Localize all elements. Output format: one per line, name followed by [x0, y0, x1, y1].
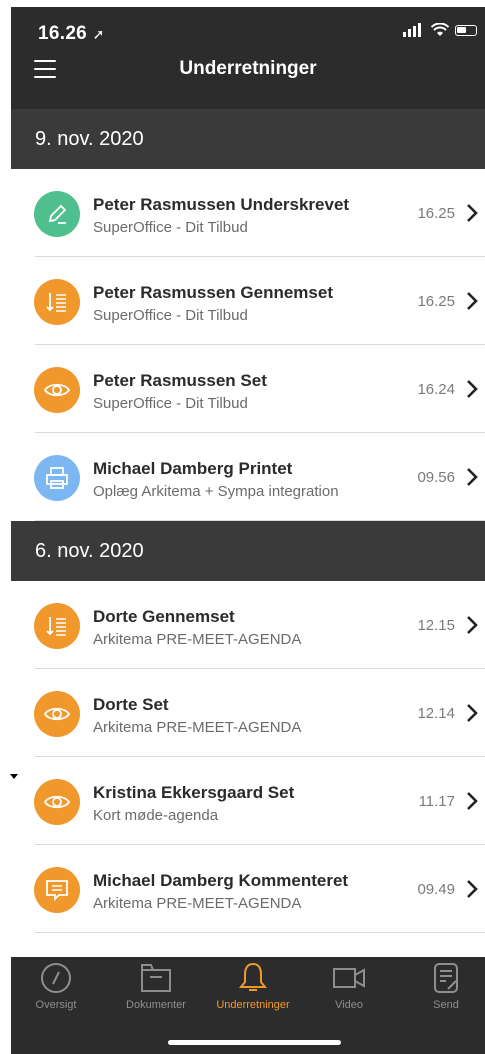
notification-document: Arkitema PRE-MEET-AGENDA — [93, 719, 302, 736]
eye-icon — [34, 691, 80, 737]
notification-time: 12.15 — [417, 617, 455, 634]
notification-title: Michael Damberg Printet — [93, 459, 293, 478]
phone-screen: 16.26 ➚ Underretninger 9. nov. 2020 Peter… — [11, 7, 485, 1054]
tab-bar: Oversigt Dokumenter Underretninger Video — [11, 957, 485, 1054]
notification-time: 16.25 — [417, 205, 455, 222]
notification-document: Arkitema PRE-MEET-AGENDA — [93, 895, 302, 912]
pen-icon — [34, 191, 80, 237]
tab-label: Oversigt — [35, 999, 77, 1011]
tab-label: Send — [433, 999, 459, 1011]
home-indicator[interactable] — [168, 1040, 341, 1045]
notification-row[interactable]: Peter Rasmussen Set SuperOffice - Dit Til… — [11, 345, 485, 433]
notification-row[interactable]: Dorte Gennemset Arkitema PRE-MEET-AGENDA 1… — [11, 581, 485, 669]
top-bar: 16.26 ➚ Underretninger — [11, 7, 485, 109]
read-list-icon — [34, 279, 80, 325]
tab-label: Video — [335, 999, 363, 1011]
tab-video[interactable]: Video — [304, 961, 394, 1011]
send-document-icon — [434, 963, 458, 993]
notification-row[interactable]: Michael Damberg Kommenteret Arkitema PRE-… — [11, 845, 485, 933]
date-header: 9. nov. 2020 — [11, 109, 485, 169]
location-arrow-icon: ➚ — [92, 26, 105, 42]
notification-title: Kristina Ekkersgaard Set — [93, 783, 295, 802]
chevron-right-icon — [467, 792, 478, 810]
date-header: 6. nov. 2020 — [11, 521, 485, 581]
page-title: Underretninger — [179, 58, 317, 79]
chevron-right-icon — [467, 704, 478, 722]
compass-icon — [41, 963, 71, 993]
eye-icon — [34, 367, 80, 413]
tab-send[interactable]: Send — [401, 961, 485, 1011]
row-divider — [35, 932, 485, 933]
notification-document: Oplæg Arkitema + Sympa integration — [93, 483, 339, 500]
notification-document: SuperOffice - Dit Tilbud — [93, 219, 248, 236]
eye-icon — [34, 779, 80, 825]
chevron-right-icon — [467, 880, 478, 898]
bell-icon — [238, 962, 268, 991]
notification-time: 11.17 — [418, 793, 455, 810]
status-time: 16.26 ➚ — [38, 23, 105, 45]
video-icon — [333, 968, 365, 988]
notification-time: 09.56 — [417, 469, 455, 486]
scroll-marker-icon — [10, 774, 18, 779]
notification-row[interactable]: Kristina Ekkersgaard Set Kort møde-agenda… — [11, 757, 485, 845]
notification-title: Peter Rasmussen Set — [93, 371, 267, 390]
wifi-icon — [431, 23, 449, 36]
notification-time: 12.14 — [417, 705, 455, 722]
chevron-right-icon — [467, 204, 478, 222]
notification-document: SuperOffice - Dit Tilbud — [93, 307, 248, 324]
notification-time: 09.49 — [417, 881, 455, 898]
printer-icon — [34, 455, 80, 501]
chevron-right-icon — [467, 380, 478, 398]
notification-document: Arkitema PRE-MEET-AGENDA — [93, 631, 302, 648]
tab-dokumenter[interactable]: Dokumenter — [111, 961, 201, 1011]
comment-icon — [34, 867, 80, 913]
notification-time: 16.24 — [417, 381, 455, 398]
signal-icon — [403, 23, 421, 37]
chevron-right-icon — [467, 616, 478, 634]
notification-document: Kort møde-agenda — [93, 807, 219, 824]
notification-row[interactable]: Peter Rasmussen Gennemset SuperOffice - D… — [11, 257, 485, 345]
notification-row[interactable]: Michael Damberg Printet Oplæg Arkitema + … — [11, 433, 485, 521]
notification-title: Dorte Set — [93, 695, 169, 714]
tab-label: Dokumenter — [126, 999, 186, 1011]
folder-icon — [141, 964, 171, 992]
status-icons — [403, 23, 477, 37]
notification-title: Michael Damberg Kommenteret — [93, 871, 349, 890]
tab-underretninger[interactable]: Underretninger — [208, 961, 298, 1011]
tab-label: Underretninger — [216, 999, 290, 1011]
notification-title: Dorte Gennemset — [93, 607, 235, 626]
notification-row[interactable]: Dorte Set Arkitema PRE-MEET-AGENDA 12.14 — [11, 669, 485, 757]
read-list-icon — [34, 603, 80, 649]
chevron-right-icon — [467, 468, 478, 486]
notification-row[interactable]: Peter Rasmussen Underskrevet SuperOffice … — [11, 169, 485, 257]
status-time-text: 16.26 — [38, 23, 88, 44]
notification-time: 16.25 — [417, 293, 455, 310]
notification-title: Peter Rasmussen Underskrevet — [93, 195, 350, 214]
battery-icon — [455, 24, 477, 36]
notification-title: Peter Rasmussen Gennemset — [93, 283, 333, 302]
tab-oversigt[interactable]: Oversigt — [11, 961, 101, 1011]
chevron-right-icon — [467, 292, 478, 310]
notification-document: SuperOffice - Dit Tilbud — [93, 395, 248, 412]
